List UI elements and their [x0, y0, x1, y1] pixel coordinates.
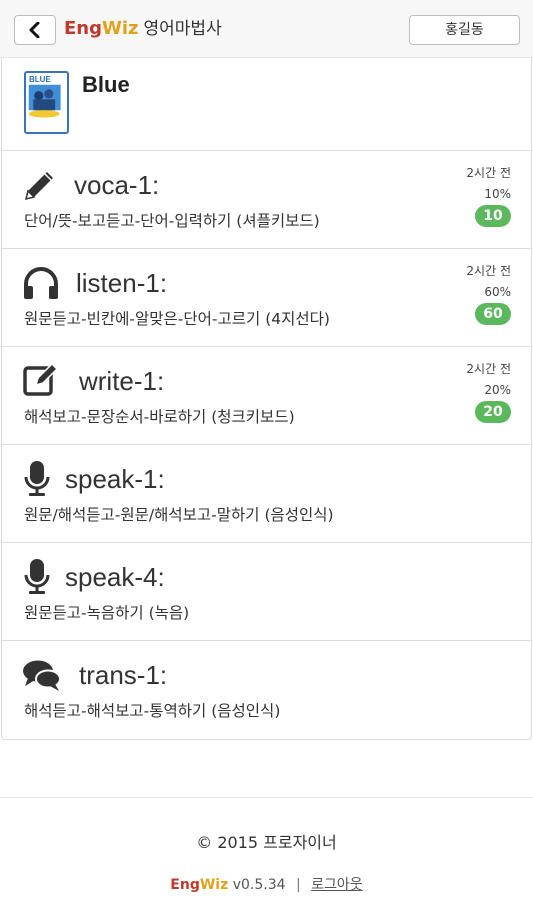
- lesson-description: 해석듣고-해석보고-통역하기 (음성인식): [24, 702, 281, 720]
- score-badge: 10: [475, 205, 511, 227]
- copyright-text: © 2015 프로자이너: [196, 833, 337, 852]
- user-button[interactable]: 홍길동: [409, 15, 520, 45]
- lesson-description: 단어/뜻-보고듣고-단어-입력하기 (셔플키보드): [24, 212, 320, 230]
- microphone-icon: [24, 558, 50, 596]
- footer-brand-wiz: Wiz: [199, 877, 229, 893]
- headphones-icon: [22, 267, 60, 301]
- footer-brand-eng: Eng: [170, 877, 200, 893]
- microphone-icon: [24, 460, 50, 498]
- lesson-meta: 2시간 전 20% 20: [466, 361, 511, 423]
- lesson-list: BLUE Blue voca-1: 단어/뜻-보고듣고-단어-입력하기 (셔플키…: [1, 58, 532, 740]
- lesson-item-voca-1[interactable]: voca-1: 단어/뜻-보고듣고-단어-입력하기 (셔플키보드) 2시간 전 …: [2, 151, 531, 249]
- lesson-name: speak-4:: [65, 562, 165, 592]
- lesson-item-write-1[interactable]: write-1: 해석보고-문장순서-바로하기 (청크키보드) 2시간 전 20…: [2, 347, 531, 445]
- lesson-item-speak-1[interactable]: speak-1: 원문/해석듣고-원문/해석보고-말하기 (음성인식): [2, 445, 531, 543]
- pencil-icon: [22, 167, 58, 203]
- top-navbar: EngWiz 영어마법사 홍길동: [0, 0, 533, 58]
- lesson-item-trans-1[interactable]: trans-1: 해석듣고-해석보고-통역하기 (음성인식): [2, 641, 531, 739]
- brand-wiz: Wiz: [102, 18, 139, 39]
- lesson-description: 해석보고-문장순서-바로하기 (청크키보드): [24, 408, 295, 426]
- book-title: Blue: [82, 72, 130, 97]
- lesson-time: 2시간 전: [466, 166, 511, 180]
- lesson-description: 원문/해석듣고-원문/해석보고-말하기 (음성인식): [24, 506, 334, 524]
- footer-separator: |: [295, 877, 301, 893]
- lesson-item-speak-4[interactable]: speak-4: 원문듣고-녹음하기 (녹음): [2, 543, 531, 641]
- lesson-name: voca-1:: [74, 170, 160, 200]
- chevron-left-icon: [29, 22, 40, 38]
- version-line: EngWiz v0.5.34 | 로그아웃: [0, 874, 533, 894]
- lesson-time: 2시간 전: [466, 264, 511, 278]
- edit-icon: [22, 362, 60, 399]
- lesson-percent: 20%: [484, 383, 511, 397]
- lesson-time: 2시간 전: [466, 362, 511, 376]
- book-header: BLUE Blue: [2, 58, 531, 151]
- back-button[interactable]: [14, 15, 56, 45]
- lesson-percent: 60%: [484, 285, 511, 299]
- lesson-name: write-1:: [79, 366, 165, 396]
- score-badge: 60: [475, 303, 511, 325]
- footer: © 2015 프로자이너 EngWiz v0.5.34 | 로그아웃: [0, 797, 533, 900]
- version-number: v0.5.34: [232, 877, 286, 893]
- lesson-percent: 10%: [484, 187, 511, 201]
- logout-link[interactable]: 로그아웃: [311, 877, 363, 893]
- lesson-description: 원문듣고-녹음하기 (녹음): [24, 604, 190, 622]
- lesson-description: 원문듣고-빈칸에-알맞은-단어-고르기 (4지선다): [24, 310, 330, 328]
- brand-subtitle: 영어마법사: [143, 19, 222, 39]
- lesson-meta: 2시간 전 60% 60: [466, 263, 511, 325]
- brand-title[interactable]: EngWiz 영어마법사: [64, 17, 222, 41]
- lesson-name: speak-1:: [65, 464, 165, 494]
- lesson-name: listen-1:: [76, 268, 168, 298]
- score-badge: 20: [475, 401, 511, 423]
- book-cover-image: BLUE: [24, 71, 69, 134]
- lesson-meta: 2시간 전 10% 10: [466, 165, 511, 227]
- lesson-item-listen-1[interactable]: listen-1: 원문듣고-빈칸에-알맞은-단어-고르기 (4지선다) 2시간…: [2, 249, 531, 347]
- comments-icon: [22, 659, 62, 693]
- lesson-name: trans-1:: [79, 660, 168, 690]
- brand-eng: Eng: [64, 18, 102, 39]
